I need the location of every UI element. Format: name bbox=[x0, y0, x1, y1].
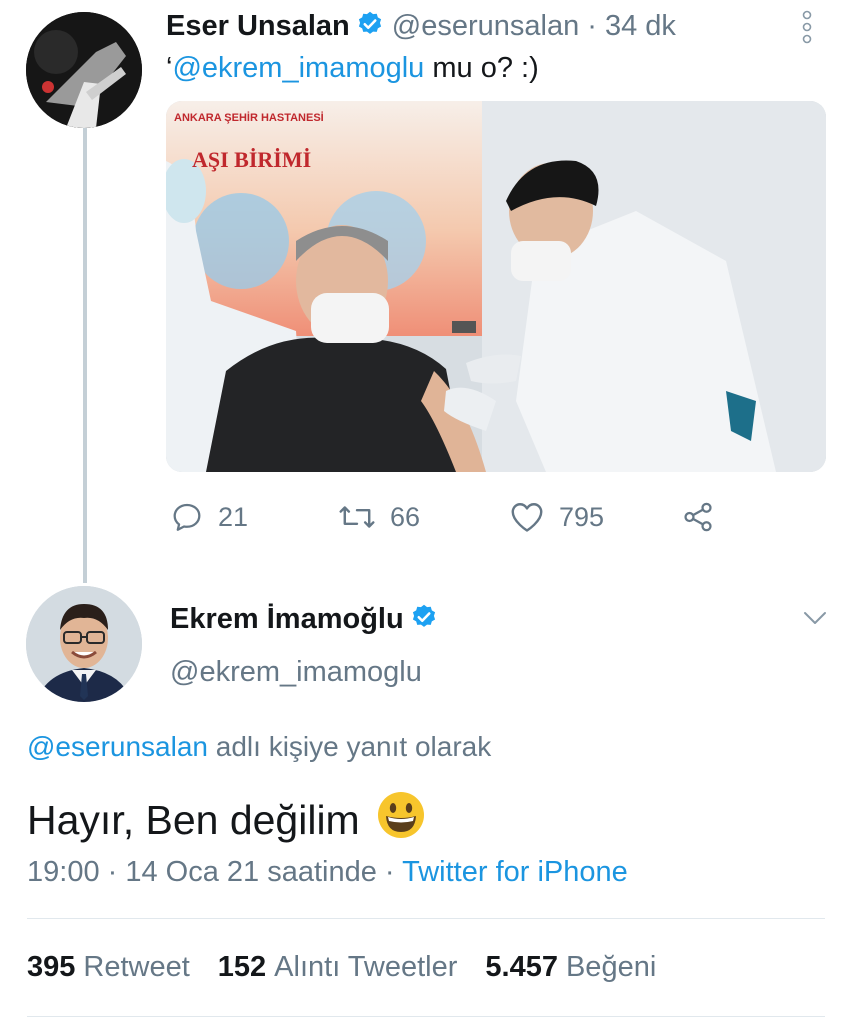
tweet1-media-photo[interactable]: ANKARA ŞEHİR HASTANESİ AŞI BİRİMİ bbox=[166, 101, 826, 472]
reply-button[interactable]: 21 bbox=[170, 495, 248, 539]
retweet-button[interactable]: 66 bbox=[338, 495, 420, 539]
tweet1-header: Eser Unsalan @eserunsalan · 34 dk bbox=[166, 6, 676, 46]
avatar-eser-unsalan[interactable] bbox=[26, 12, 142, 128]
quotes-stat[interactable]: 152 Alıntı Tweetler bbox=[218, 951, 458, 984]
handle-and-time: @eserunsalan · 34 dk bbox=[391, 9, 676, 42]
tweet2-text: Hayır, Ben değilim bbox=[27, 790, 426, 850]
author-name[interactable]: Ekrem İmamoğlu bbox=[170, 603, 404, 636]
like-count: 795 bbox=[559, 501, 605, 532]
tweet1-text-rest: mu o? :) bbox=[424, 52, 539, 84]
reply-icon bbox=[173, 503, 201, 531]
likes-label: Beğeni bbox=[565, 951, 657, 983]
likes-count: 5.457 bbox=[485, 951, 558, 983]
tweet2-author-row: Ekrem İmamoğlu bbox=[170, 598, 446, 640]
retweets-label: Retweet bbox=[83, 951, 190, 983]
vaccination-photo: ANKARA ŞEHİR HASTANESİ AŞI BİRİMİ bbox=[166, 101, 826, 472]
quotes-count: 152 bbox=[217, 951, 267, 983]
mention-link[interactable]: @ekrem_imamoglu bbox=[172, 52, 424, 84]
poster-sign-large: AŞI BİRİMİ bbox=[192, 147, 311, 172]
reply-context-text: adlı kişiye yanıt olarak bbox=[207, 731, 492, 762]
tweet1-action-bar: 21 66 795 bbox=[166, 495, 826, 539]
quotes-label: Alıntı Tweetler bbox=[274, 951, 458, 983]
tweet2-body: Hayır, Ben değilim bbox=[27, 796, 360, 843]
like-button[interactable]: 795 bbox=[509, 495, 604, 539]
grinning-face-emoji-icon bbox=[376, 790, 426, 850]
divider-top bbox=[27, 918, 825, 919]
likes-stat[interactable]: 5.457 Beğeni bbox=[485, 951, 656, 984]
share-icon bbox=[684, 502, 712, 532]
tweet1-text: ‘@ekrem_imamoglu mu o? :) bbox=[166, 52, 539, 85]
retweet-icon bbox=[339, 506, 375, 528]
verified-badge-icon bbox=[410, 603, 438, 636]
tweet-timestamp: 19:00 · 14 Oca 21 saatinde · Twitter for… bbox=[27, 856, 628, 889]
reply-count: 21 bbox=[218, 501, 249, 532]
chevron-down-icon[interactable] bbox=[800, 607, 830, 629]
share-button[interactable] bbox=[680, 495, 716, 539]
retweets-count: 395 bbox=[27, 951, 76, 983]
reply-context: @eserunsalan adlı kişiye yanıt olarak bbox=[27, 731, 491, 763]
avatar-ekrem-imamoglu[interactable] bbox=[26, 586, 142, 702]
avatar-photo bbox=[26, 586, 142, 702]
thread-connector-line bbox=[83, 128, 87, 583]
verified-badge-icon bbox=[356, 10, 384, 43]
reply-mention-link[interactable]: @eserunsalan bbox=[27, 731, 208, 762]
heart-icon bbox=[511, 503, 543, 532]
more-options-icon[interactable] bbox=[797, 10, 817, 44]
poster-sign-small: ANKARA ŞEHİR HASTANESİ bbox=[174, 111, 324, 124]
author-name[interactable]: Eser Unsalan bbox=[166, 10, 350, 43]
engagement-stats: 395 Retweet 152 Alıntı Tweetler 5.457 Beğen… bbox=[27, 951, 684, 984]
author-handle[interactable]: @ekrem_imamoglu bbox=[170, 656, 422, 689]
retweet-count: 66 bbox=[390, 501, 421, 532]
source-link[interactable]: Twitter for iPhone bbox=[402, 856, 628, 888]
time-date[interactable]: 19:00 · 14 Oca 21 saatinde · bbox=[27, 856, 402, 888]
retweets-stat[interactable]: 395 Retweet bbox=[27, 951, 190, 984]
divider-bottom bbox=[27, 1016, 825, 1017]
avatar-photo bbox=[26, 12, 142, 128]
